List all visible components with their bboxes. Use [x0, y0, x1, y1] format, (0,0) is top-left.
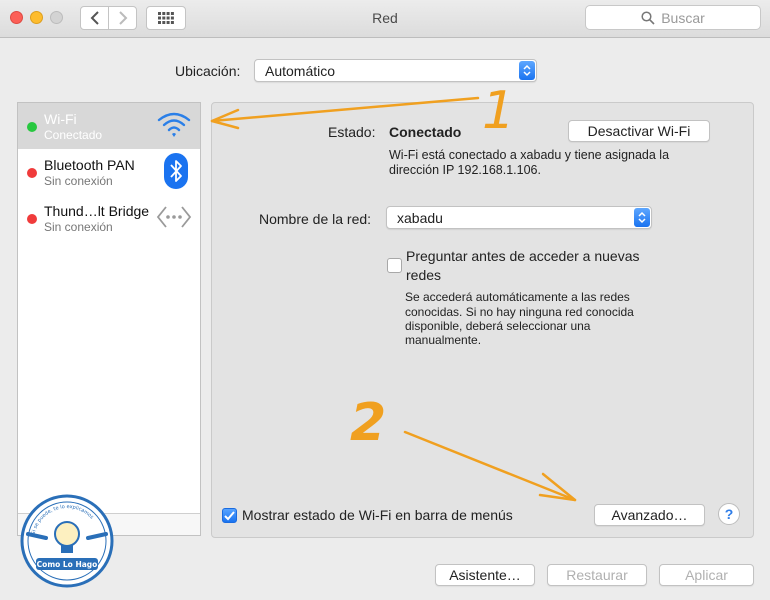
annotation-overlay: 1 2: [210, 81, 577, 502]
annotation-number-two: 2: [350, 393, 386, 453]
annotation-arrow-two: [403, 430, 577, 502]
logo-name: Como Lo Hago: [37, 560, 98, 569]
lightbulb-icon: [54, 521, 80, 547]
annotation-number-one: 1: [482, 81, 515, 141]
como-lo-hago-logo: Si se puede, te lo explicamos Como Lo Ha…: [20, 494, 114, 588]
annotation-arrow-one: [210, 96, 480, 123]
